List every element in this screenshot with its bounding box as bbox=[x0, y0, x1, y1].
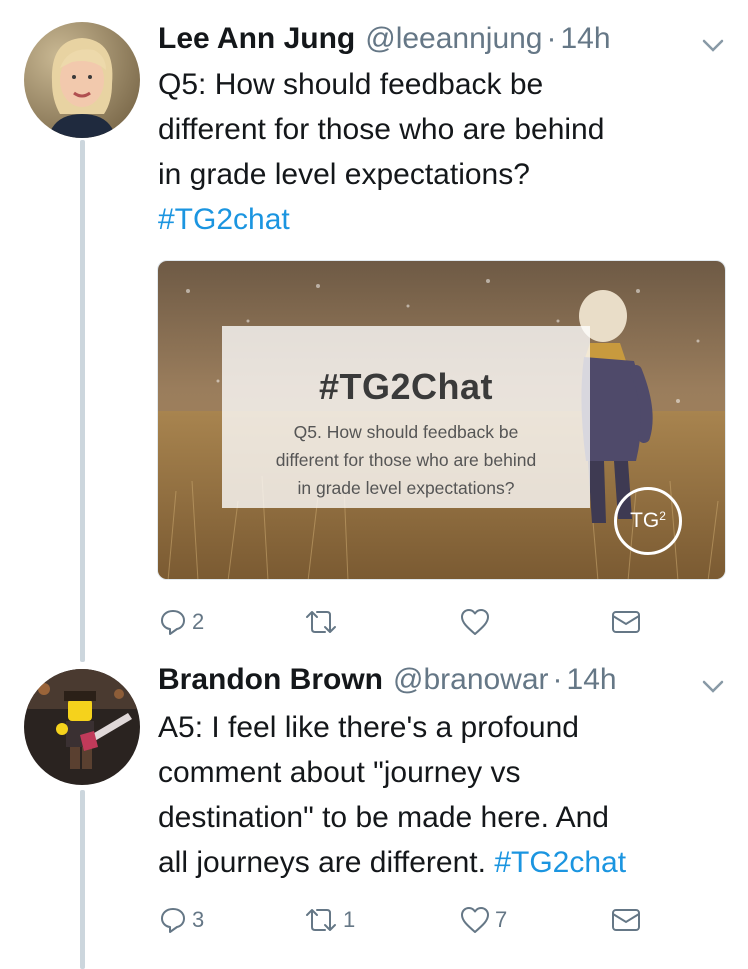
avatar[interactable] bbox=[24, 22, 140, 138]
separator-dot: · bbox=[552, 663, 563, 696]
tweet-text: Q5: How should feedback be different for… bbox=[158, 62, 733, 242]
timestamp[interactable]: 14h bbox=[567, 663, 617, 697]
like-icon bbox=[461, 907, 489, 933]
chevron-down-icon[interactable] bbox=[700, 673, 726, 699]
text-line: all journeys are different. bbox=[158, 846, 495, 879]
reply-count: 2 bbox=[192, 609, 205, 634]
image-title: #TG2Chat bbox=[318, 366, 494, 407]
reply-icon bbox=[161, 908, 185, 933]
text-line: comment about "journey vs bbox=[158, 756, 521, 789]
logo-sup: 2 bbox=[659, 509, 666, 523]
tweet-actions: 3 1 7 bbox=[158, 900, 648, 940]
text-line: in grade level expectations? bbox=[158, 158, 530, 191]
image-question-line: in grade level expectations? bbox=[297, 478, 515, 498]
reply-count: 3 bbox=[192, 907, 205, 932]
image-question: Q5. How should feedback be different for… bbox=[222, 418, 590, 502]
reply-button[interactable]: 3 bbox=[158, 900, 204, 940]
author-name[interactable]: Lee Ann Jung bbox=[158, 22, 355, 56]
like-button[interactable]: 7 bbox=[459, 900, 507, 940]
tweet-image[interactable]: #TG2Chat Q5. How should feedback be diff… bbox=[157, 260, 726, 580]
reply-button[interactable]: 2 bbox=[158, 602, 204, 642]
image-question-line: Q5. How should feedback be bbox=[293, 422, 519, 442]
retweet-button[interactable] bbox=[303, 602, 343, 642]
retweet-button[interactable]: 1 bbox=[303, 900, 355, 940]
like-button[interactable] bbox=[459, 602, 495, 642]
text-line: A5: I feel like there's a profound bbox=[158, 711, 579, 744]
text-line: destination" to be made here. And bbox=[158, 801, 609, 834]
hashtag-link[interactable]: #TG2chat bbox=[158, 203, 290, 236]
chevron-down-icon[interactable] bbox=[700, 32, 726, 58]
reply-icon bbox=[161, 610, 185, 635]
author-handle[interactable]: @leeannjung bbox=[365, 22, 542, 56]
logo-text: TG bbox=[630, 509, 660, 532]
tweet[interactable]: Brandon Brown @branowar · 14h A5: I feel… bbox=[0, 663, 748, 963]
direct-message-button[interactable] bbox=[610, 602, 646, 642]
hashtag-link[interactable]: #TG2chat bbox=[494, 846, 626, 879]
tweet-actions: 2 bbox=[158, 602, 648, 642]
image-caption-overlay: #TG2Chat Q5. How should feedback be diff… bbox=[222, 326, 590, 508]
direct-message-icon bbox=[612, 611, 640, 633]
like-icon bbox=[461, 609, 489, 635]
tg2-logo: TG 2 bbox=[614, 487, 682, 555]
separator-dot: · bbox=[546, 22, 557, 55]
avatar[interactable] bbox=[24, 669, 140, 785]
tweet-text: A5: I feel like there's a profound comme… bbox=[158, 705, 733, 885]
retweet-icon bbox=[306, 909, 336, 931]
direct-message-icon bbox=[612, 909, 640, 931]
text-line: Q5: How should feedback be bbox=[158, 68, 544, 101]
retweet-count: 1 bbox=[343, 907, 356, 932]
author-handle[interactable]: @branowar bbox=[393, 663, 549, 697]
text-line: different for those who are behind bbox=[158, 113, 605, 146]
timestamp[interactable]: 14h bbox=[561, 22, 611, 56]
author-name[interactable]: Brandon Brown bbox=[158, 663, 383, 697]
tweet-header: Lee Ann Jung @leeannjung · 14h bbox=[158, 22, 611, 62]
image-question-line: different for those who are behind bbox=[275, 450, 537, 470]
like-count: 7 bbox=[495, 907, 508, 932]
tweet-header: Brandon Brown @branowar · 14h bbox=[158, 663, 617, 703]
retweet-icon bbox=[306, 611, 336, 633]
tweet[interactable]: Lee Ann Jung @leeannjung · 14h Q5: How s… bbox=[0, 22, 748, 642]
direct-message-button[interactable] bbox=[610, 900, 646, 940]
